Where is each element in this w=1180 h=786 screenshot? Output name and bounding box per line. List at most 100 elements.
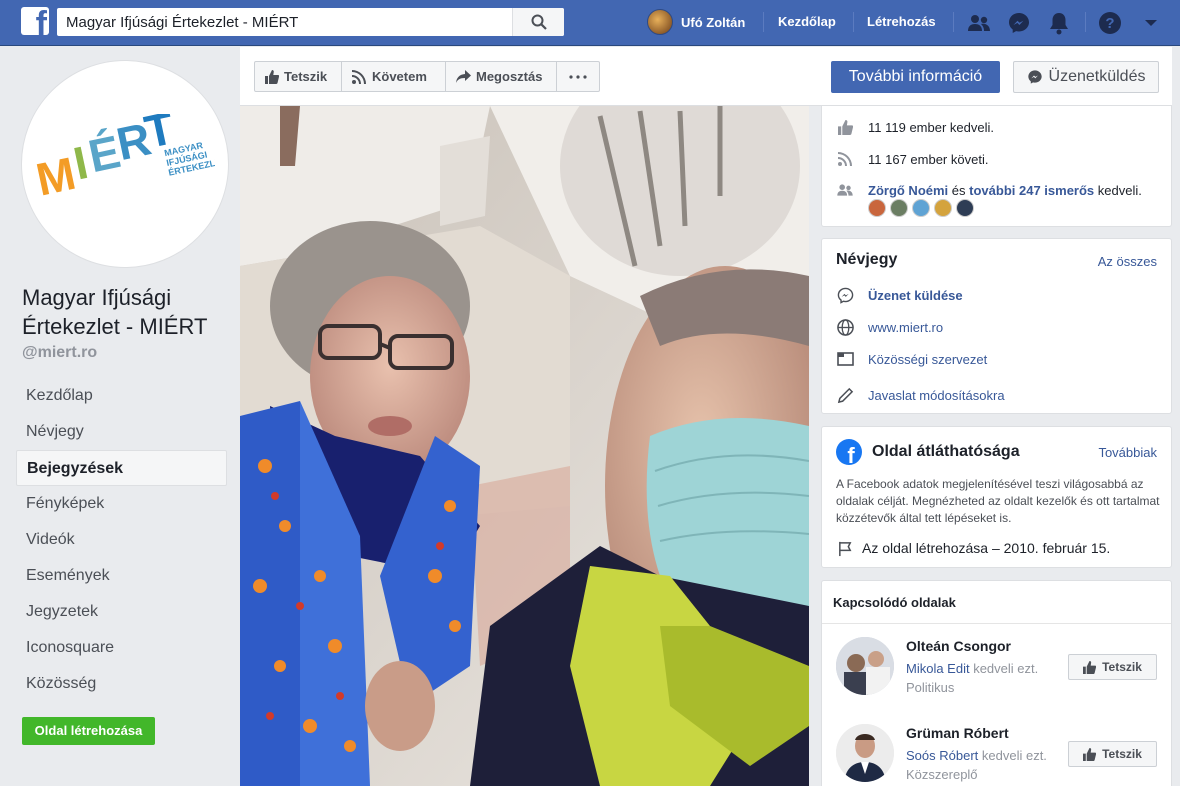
page-nav: Kezdőlap Névjegy Bejegyzések Fényképek V… bbox=[16, 378, 227, 702]
suggest-edits-link[interactable]: Javaslat módosításokra bbox=[868, 388, 1005, 403]
sidebar-item-videos[interactable]: Videók bbox=[16, 522, 227, 558]
sidebar-item-home[interactable]: Kezdőlap bbox=[16, 378, 227, 414]
search-icon bbox=[531, 14, 547, 30]
user-name: Ufó Zoltán bbox=[681, 14, 746, 30]
sidebar-item-about[interactable]: Névjegy bbox=[16, 414, 227, 450]
avatar[interactable] bbox=[956, 199, 974, 217]
like-label: Tetszik bbox=[284, 69, 328, 84]
thumbs-up-icon bbox=[265, 69, 279, 84]
related-pages-title: Kapcsolódó oldalak bbox=[833, 595, 956, 610]
rss-follow-icon bbox=[352, 69, 366, 84]
avatar[interactable] bbox=[890, 199, 908, 217]
more-options-button[interactable] bbox=[556, 61, 600, 92]
suggest-edits-row[interactable]: Javaslat módosításokra bbox=[836, 386, 1005, 404]
friends-like-row: Zörgő Noémi és további 247 ismerős kedve… bbox=[836, 181, 1142, 199]
likes-row: 11 119 ember kedveli. bbox=[836, 118, 994, 136]
share-label: Megosztás bbox=[476, 69, 543, 84]
send-message-button[interactable]: Üzenetküldés bbox=[1013, 61, 1159, 93]
like-label: Tetszik bbox=[1102, 747, 1142, 761]
follows-count: 11 167 ember követi. bbox=[868, 151, 989, 167]
friends-suffix: kedveli. bbox=[1097, 182, 1142, 198]
avatar bbox=[647, 9, 673, 35]
friend-link[interactable]: Mikola Edit bbox=[906, 661, 970, 676]
nav-create-link[interactable]: Létrehozás bbox=[867, 14, 936, 29]
send-message-row[interactable]: Üzenet küldése bbox=[836, 286, 963, 304]
sidebar-item-photos[interactable]: Fényképek bbox=[16, 486, 227, 522]
account-menu-chevron-down-icon[interactable] bbox=[1138, 10, 1164, 36]
related-like-button[interactable]: Tetszik bbox=[1068, 741, 1157, 767]
like-page-button[interactable]: Tetszik bbox=[254, 61, 342, 92]
page-action-bar: Tetszik Követem Megosztás További inform… bbox=[240, 47, 1172, 106]
thumbs-up-icon bbox=[1083, 660, 1097, 674]
page-transparency-card: f Oldal átláthatósága Továbbiak A Facebo… bbox=[821, 426, 1172, 568]
related-page-name[interactable]: Grüman Róbert bbox=[906, 725, 1009, 741]
transparency-description: A Facebook adatok megjelenítésével teszi… bbox=[836, 477, 1160, 525]
search-button[interactable] bbox=[512, 8, 564, 36]
related-page-category: Közszereplő bbox=[906, 767, 978, 782]
left-sidebar: M I É R T MAGYAR IFJÚSÁGI ÉRTEKEZLET Mag… bbox=[0, 47, 240, 786]
top-navigation-bar: f Ufó Zoltán Kezdőlap Létrehozás ? bbox=[0, 0, 1180, 46]
related-like-button[interactable]: Tetszik bbox=[1068, 654, 1157, 680]
divider bbox=[1085, 12, 1086, 32]
follow-page-button[interactable]: Követem bbox=[341, 61, 446, 92]
rss-follow-icon bbox=[836, 150, 854, 168]
website-link[interactable]: www.miert.ro bbox=[868, 320, 943, 335]
page-title: Magyar Ifjúsági Értekezlet - MIÉRT bbox=[22, 285, 208, 339]
svg-text:?: ? bbox=[1105, 15, 1114, 32]
cover-photo[interactable] bbox=[240, 106, 809, 786]
message-label: Üzenetküldés bbox=[1048, 68, 1146, 85]
divider bbox=[763, 12, 764, 32]
sidebar-item-posts[interactable]: Bejegyzések bbox=[16, 450, 227, 486]
friend-link[interactable]: Soós Róbert bbox=[906, 748, 978, 763]
creation-date: Az oldal létrehozása – 2010. február 15. bbox=[862, 540, 1111, 556]
divider bbox=[822, 623, 1171, 624]
about-card: Névjegy Az összes Üzenet küldése www.mie… bbox=[821, 238, 1172, 414]
sidebar-item-notes[interactable]: Jegyzetek bbox=[16, 594, 227, 630]
friends-and: és bbox=[951, 182, 966, 198]
transparency-title: Oldal átláthatósága bbox=[872, 443, 1020, 460]
share-arrow-icon bbox=[456, 70, 471, 83]
thumbs-up-icon bbox=[836, 118, 854, 136]
friend-avatars bbox=[868, 199, 978, 217]
search-box bbox=[57, 8, 564, 36]
page-profile-picture[interactable]: M I É R T MAGYAR IFJÚSÁGI ÉRTEKEZLET bbox=[22, 61, 228, 267]
divider bbox=[853, 12, 854, 32]
cover-photo-image bbox=[240, 106, 809, 786]
avatar[interactable] bbox=[836, 724, 894, 782]
creation-date-row: Az oldal létrehozása – 2010. február 15. bbox=[836, 539, 1110, 557]
more-info-button[interactable]: További információ bbox=[831, 61, 1000, 93]
friend-link[interactable]: Zörgő Noémi bbox=[868, 183, 948, 198]
search-input[interactable] bbox=[57, 8, 512, 36]
flag-icon bbox=[836, 539, 854, 557]
sidebar-item-community[interactable]: Közösség bbox=[16, 666, 227, 702]
category-row: Közösségi szervezet bbox=[836, 350, 987, 368]
profile-link[interactable]: Ufó Zoltán bbox=[647, 8, 745, 36]
more-friends-link[interactable]: további 247 ismerős bbox=[969, 183, 1094, 198]
share-page-button[interactable]: Megosztás bbox=[445, 61, 557, 92]
messenger-icon[interactable] bbox=[1006, 10, 1032, 36]
website-row: www.miert.ro bbox=[836, 318, 943, 336]
sidebar-item-events[interactable]: Események bbox=[16, 558, 227, 594]
avatar[interactable] bbox=[868, 199, 886, 217]
send-message-link[interactable]: Üzenet küldése bbox=[868, 288, 963, 303]
about-title: Névjegy bbox=[836, 251, 898, 268]
sidebar-item-iconosquare[interactable]: Iconosquare bbox=[16, 630, 227, 666]
category-link[interactable]: Közösségi szervezet bbox=[868, 352, 987, 367]
page-username[interactable]: @miert.ro bbox=[22, 344, 97, 362]
related-page-name[interactable]: Olteán Csongor bbox=[906, 638, 1011, 654]
likes-count: 11 119 ember kedveli. bbox=[868, 119, 994, 135]
like-label: Tetszik bbox=[1102, 660, 1142, 674]
create-page-button[interactable]: Oldal létrehozása bbox=[22, 717, 155, 745]
about-see-all-link[interactable]: Az összes bbox=[1098, 254, 1157, 269]
avatar[interactable] bbox=[912, 199, 930, 217]
svg-text:f: f bbox=[847, 443, 855, 465]
avatar[interactable] bbox=[836, 637, 894, 695]
facebook-logo-icon[interactable]: f bbox=[21, 7, 49, 35]
category-folder-icon bbox=[836, 350, 854, 368]
nav-home-link[interactable]: Kezdőlap bbox=[778, 14, 836, 29]
friend-requests-icon[interactable] bbox=[966, 10, 992, 36]
transparency-more-link[interactable]: Továbbiak bbox=[1098, 445, 1157, 460]
help-icon[interactable]: ? bbox=[1097, 10, 1123, 36]
notifications-bell-icon[interactable] bbox=[1046, 10, 1072, 36]
avatar[interactable] bbox=[934, 199, 952, 217]
